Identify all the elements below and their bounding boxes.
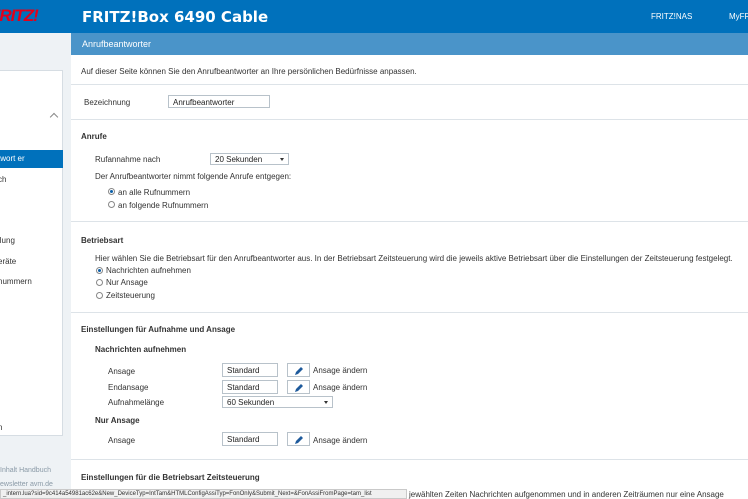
ansage-input[interactable]: Standard [222,363,278,377]
sidebar-item-anrufbeantworter[interactable]: twort er [0,150,63,168]
zeitsteuerung-text: jewählten Zeiten Nachrichten aufgenommen… [409,490,724,499]
pencil-icon [295,384,303,392]
browser-status-url: _intern.lua?sid=9c414a54981ac62e&New_Dev… [0,489,407,499]
chevron-down-icon [324,401,328,404]
endansage-edit-button[interactable] [287,380,310,394]
section-title: Anrufbeantworter [82,39,152,49]
intro-text: Auf dieser Seite können Sie den Anrufbea… [81,67,417,76]
footer-links[interactable]: Inhalt Handbuch [0,467,51,474]
sidebar-item-label: twort er [0,154,25,163]
divider [71,84,748,85]
radio-zeitsteuerung[interactable] [96,292,103,299]
aufnahmelaenge-label: Aufnahmelänge [108,398,165,407]
logo-text: FRITZ! [0,6,39,25]
chevron-down-icon [280,158,284,161]
nur-ansage-heading: Nur Ansage [95,416,140,425]
endansage-label: Endansage [108,383,149,392]
anrufe-heading: Anrufe [81,132,107,141]
aufnahmelaenge-select[interactable]: 60 Sekunden [222,396,333,408]
betriebsart-heading: Betriebsart [81,236,124,245]
sidebar-item-label: ch [0,175,7,184]
rufannahme-value: 20 Sekunden [215,155,263,164]
page-title: FRITZ!Box 6490 Cable [82,8,269,26]
nur-ansage-aendern-link[interactable]: Ansage ändern [313,436,367,445]
zeitsteuerung-heading: Einstellungen für die Betriebsart Zeitst… [81,473,260,482]
radio-nur-ansage-label: Nur Ansage [106,278,148,287]
folgende-anrufe-text: Der Anrufbeantworter nimmt folgende Anru… [95,172,292,181]
bezeichnung-label: Bezeichnung [84,98,131,107]
radio-nachrichten-aufnehmen[interactable] [96,267,103,274]
radio-folgende-rufnummern[interactable] [108,201,115,208]
ansage-label: Ansage [108,367,136,376]
ansage-edit-button[interactable] [287,363,310,377]
fritz-logo[interactable]: FRITZ! [0,0,66,33]
nachrichten-aufnehmen-heading: Nachrichten aufnehmen [95,345,187,354]
rufannahme-select[interactable]: 20 Sekunden [210,153,289,165]
nur-ansage-edit-button[interactable] [287,432,310,446]
betriebsart-description: Hier wählen Sie die Betriebsart für den … [95,254,733,263]
pencil-icon [295,436,303,444]
footer-links-secondary[interactable]: ewsletter avm.de [0,481,53,488]
section-header: Anrufbeantworter [71,33,748,55]
divider [71,221,748,222]
sidebar-item-label: llung [0,236,15,245]
sidebar-item-telefonbuch[interactable]: ch [0,171,63,189]
sidebar-item-telefoniegeraete[interactable]: eräte [0,253,63,271]
endansage-input[interactable]: Standard [222,380,278,394]
nur-ansage-input[interactable]: Standard [222,432,278,446]
einstellungen-heading: Einstellungen für Aufnahme und Ansage [81,325,236,334]
sidebar-item-bottom[interactable]: n [0,423,2,432]
radio-alle-rufnummern-label: an alle Rufnummern [118,188,191,197]
chevron-up-icon[interactable] [49,112,59,122]
nur-ansage-label: Ansage [108,436,136,445]
sidebar-item-label: eräte [0,257,17,266]
bezeichnung-input[interactable]: Anrufbeantworter [168,95,270,108]
sidebar-item-eigene-rufnummern[interactable]: nummern [0,273,63,291]
nav-fritznas-link[interactable]: FRITZ!NAS [651,12,692,21]
sidebar-item-rufbehandlung[interactable]: llung [0,232,63,250]
endansage-aendern-link[interactable]: Ansage ändern [313,383,367,392]
sidebar-item-label: nummern [0,277,32,286]
pencil-icon [295,367,303,375]
nav-myfritz-link[interactable]: MyFR [729,12,748,21]
divider [71,119,748,120]
radio-alle-rufnummern[interactable] [108,188,115,195]
rufannahme-label: Rufannahme nach [95,155,161,164]
radio-nachrichten-aufnehmen-label: Nachrichten aufnehmen [106,266,191,275]
divider [71,459,748,460]
main-content: Auf dieser Seite können Sie den Anrufbea… [71,55,748,499]
sidebar: twort er ch llung eräte nummern [0,70,63,436]
radio-folgende-rufnummern-label: an folgende Rufnummern [118,201,209,210]
radio-nur-ansage[interactable] [96,279,103,286]
divider [71,312,748,313]
radio-zeitsteuerung-label: Zeitsteuerung [106,291,155,300]
aufnahmelaenge-value: 60 Sekunden [227,398,275,407]
ansage-aendern-link[interactable]: Ansage ändern [313,366,367,375]
top-bar: FRITZ! FRITZ!Box 6490 Cable FRITZ!NAS My… [0,0,748,33]
